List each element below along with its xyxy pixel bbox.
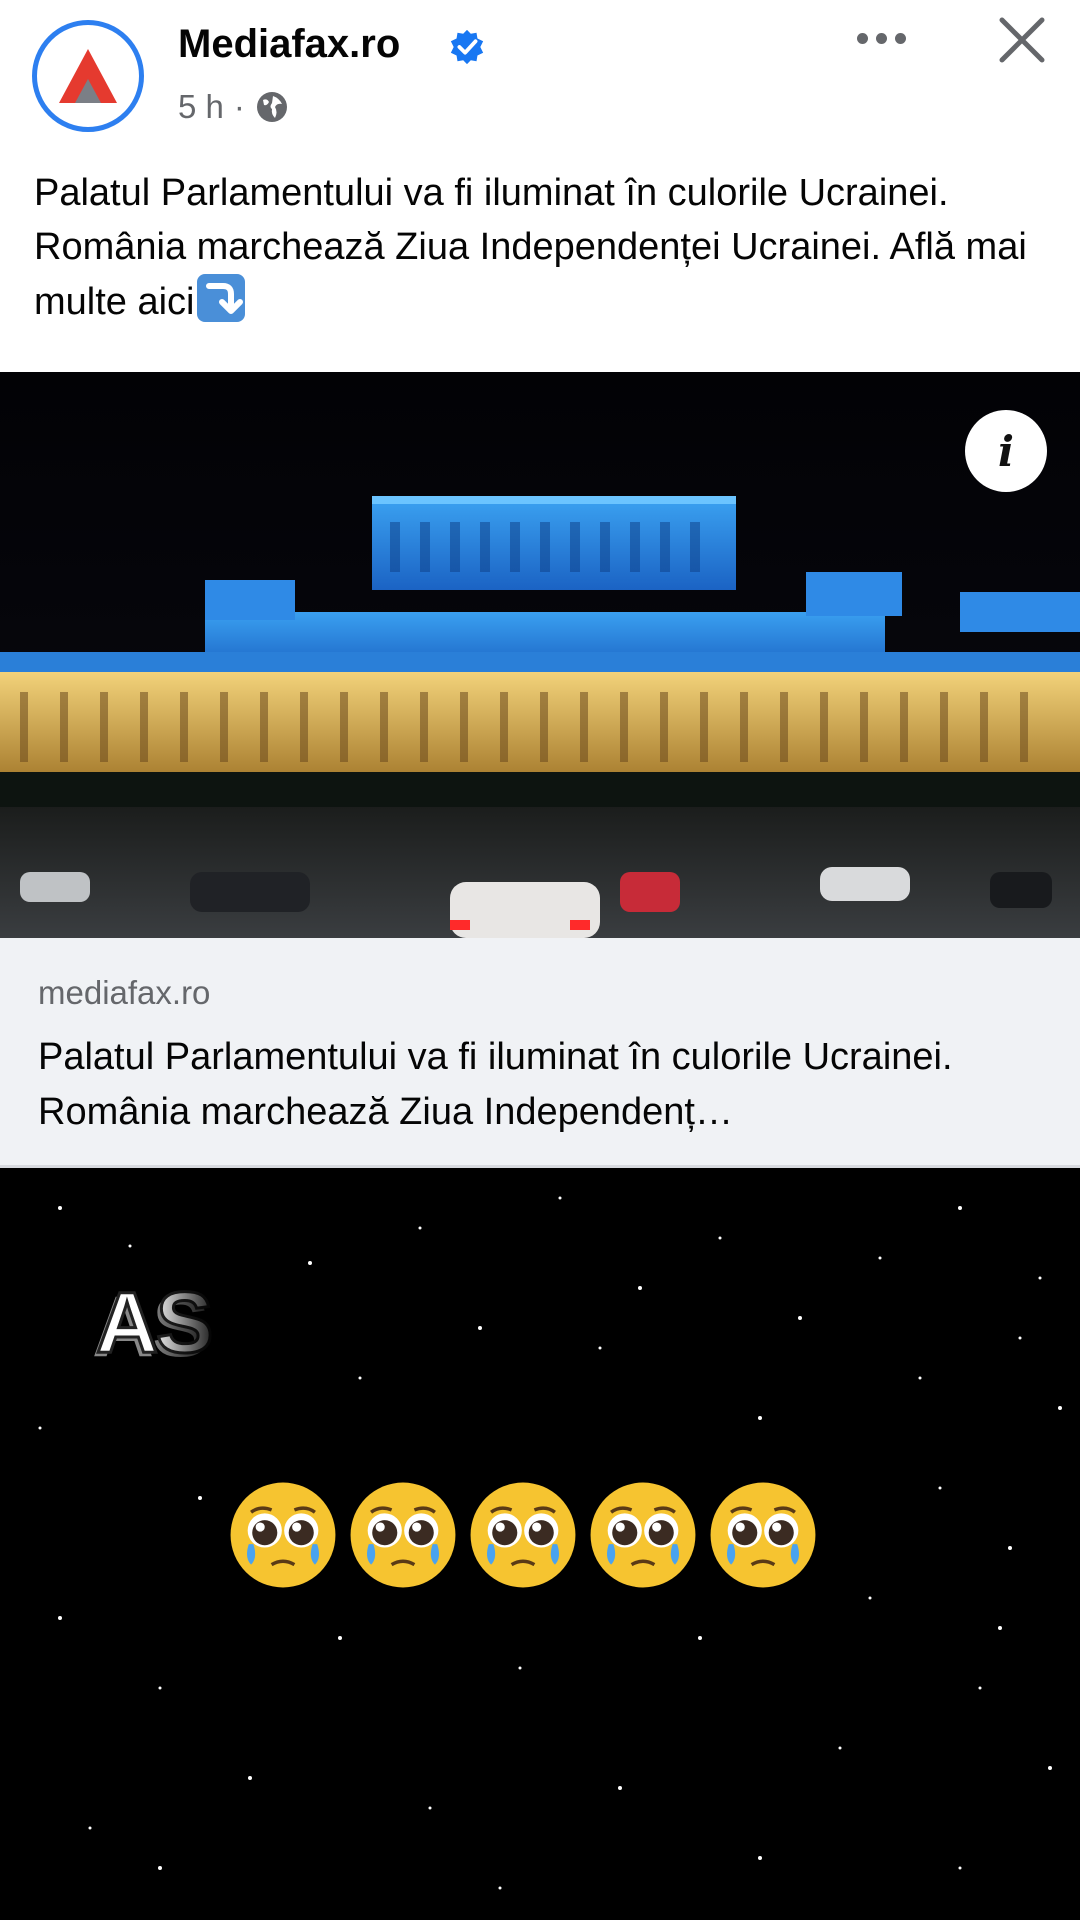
post-meta: 5 h ·	[178, 88, 289, 126]
dot-icon	[875, 32, 887, 44]
info-icon[interactable]: i	[965, 410, 1047, 492]
pleading-face-emoji-icon	[350, 1482, 456, 1588]
more-options-button[interactable]	[850, 18, 912, 58]
meta-separator: ·	[233, 88, 245, 125]
link-domain: mediafax.ro	[38, 974, 211, 1011]
palace-illustration	[0, 372, 1080, 938]
pleading-face-emoji-icon	[470, 1482, 576, 1588]
caption-text: Palatul Parlamentului va fi iluminat în …	[34, 172, 1027, 323]
mediafax-logo-icon	[59, 49, 117, 103]
pleading-face-emoji-icon	[710, 1482, 816, 1588]
dot-icon	[856, 32, 868, 44]
dot-icon	[894, 32, 906, 44]
emoji-row	[226, 1478, 820, 1592]
close-icon[interactable]	[994, 12, 1050, 68]
public-globe-icon	[256, 92, 287, 122]
post-caption: Palatul Parlamentului va fi iluminat în …	[34, 166, 1054, 329]
arrow-down-right-emoji-icon	[196, 274, 245, 322]
link-title: Palatul Parlamentului va fi iluminat în …	[38, 1036, 953, 1133]
page-name[interactable]: Mediafax.ro	[178, 22, 400, 67]
page-avatar[interactable]	[32, 20, 144, 132]
verified-badge-icon	[450, 29, 484, 65]
post-header: Mediafax.ro 5 h · Palatul Parlamentului …	[0, 0, 1080, 372]
pleading-face-emoji-icon	[230, 1482, 336, 1588]
overlay-fade	[150, 1258, 270, 1388]
post-time[interactable]: 5 h	[178, 88, 224, 126]
video-area[interactable]: AS	[0, 1168, 1080, 1920]
article-photo[interactable]	[0, 372, 1080, 938]
pleading-face-emoji-icon	[590, 1482, 696, 1588]
link-preview-card[interactable]: mediafax.ro Palatul Parlamentului va fi …	[0, 938, 1080, 1168]
